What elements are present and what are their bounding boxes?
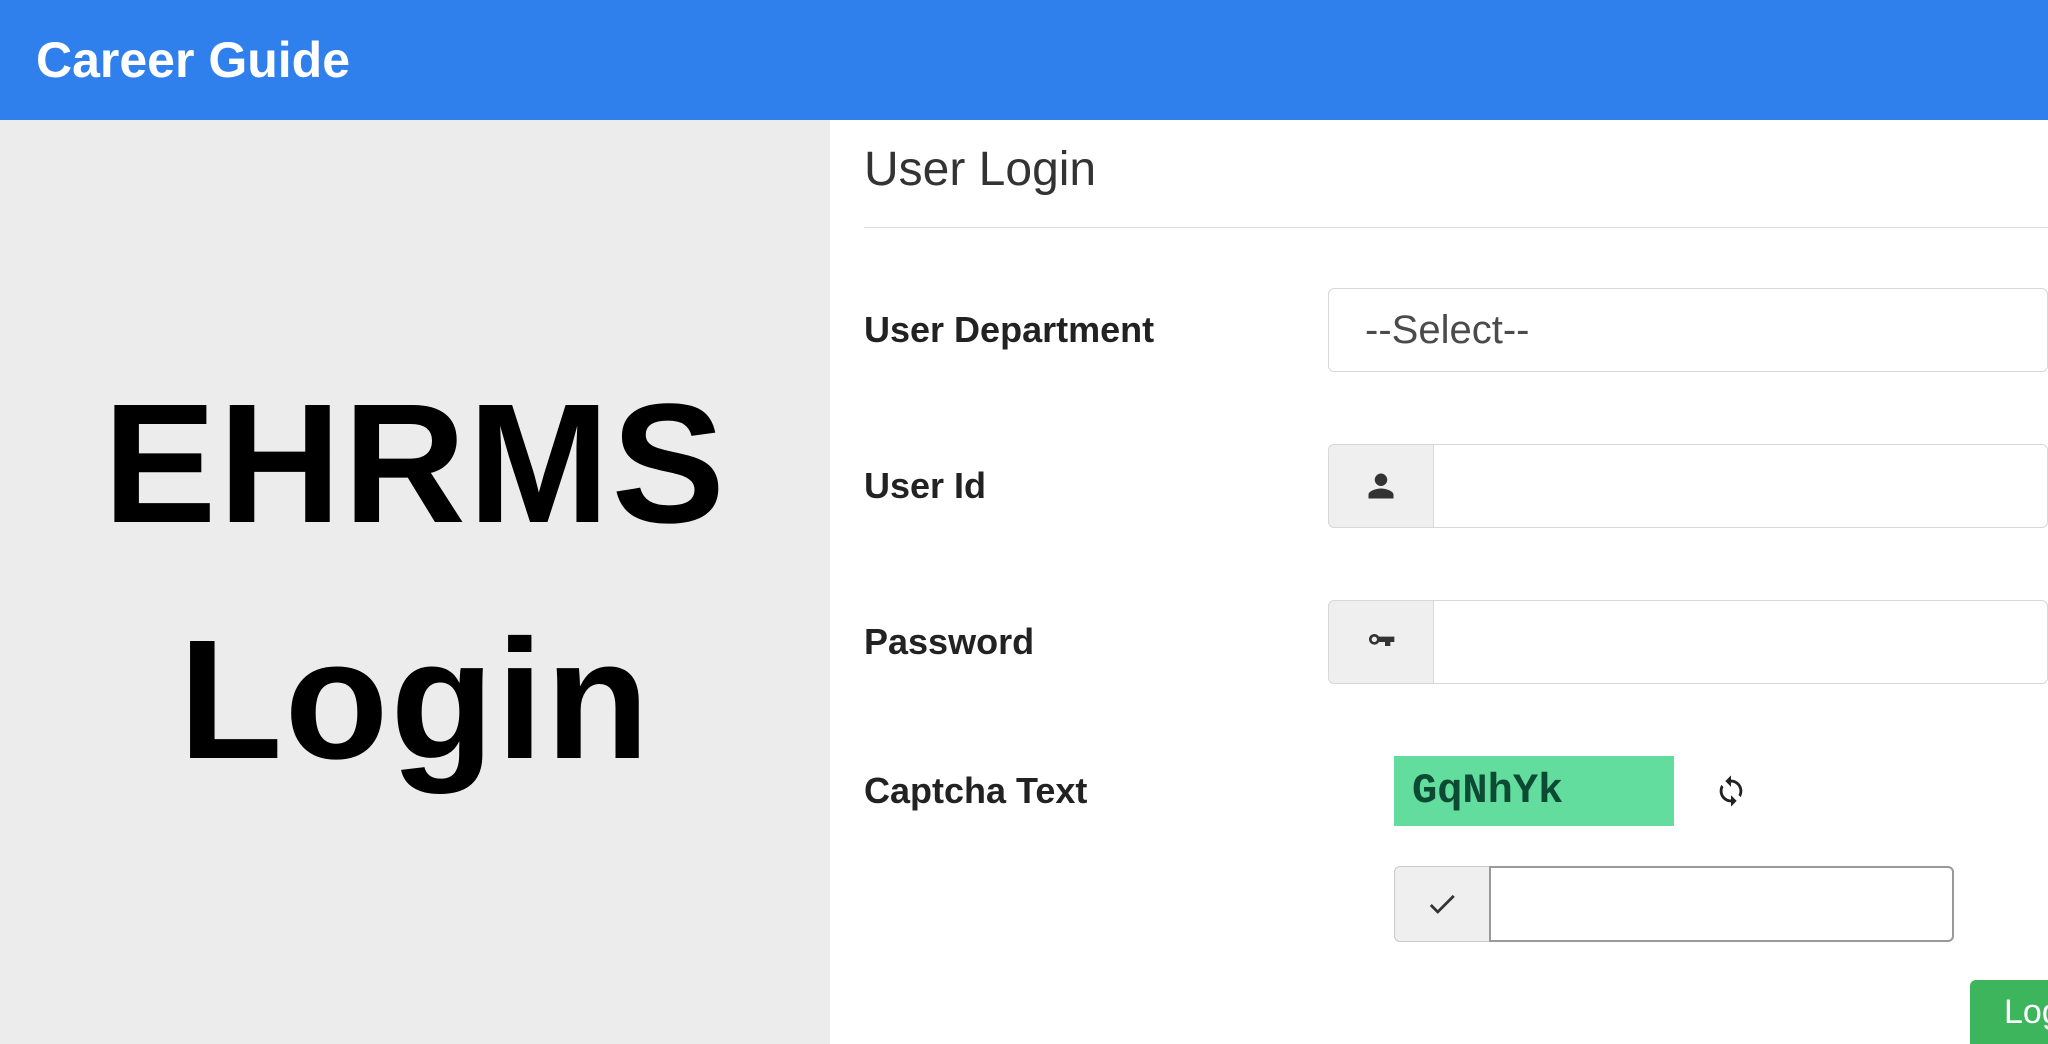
input-userid[interactable]	[1433, 444, 2048, 528]
row-captcha: Captcha Text GqNhYk	[864, 756, 2048, 826]
select-department-value: --Select--	[1365, 308, 1529, 353]
divider	[864, 227, 2048, 228]
user-icon	[1328, 444, 1433, 528]
captcha-input-group	[1394, 866, 1954, 942]
row-department: User Department --Select--	[864, 288, 2048, 372]
label-captcha: Captcha Text	[864, 770, 1394, 812]
top-header: Career Guide	[0, 0, 2048, 120]
select-department[interactable]: --Select--	[1328, 288, 2048, 372]
content-area: EHRMS Login User Login User Department -…	[0, 120, 2048, 1044]
check-icon	[1394, 866, 1489, 942]
row-userid: User Id	[864, 444, 2048, 528]
button-row: Login Forgot Passw	[1970, 980, 2048, 1044]
captcha-image: GqNhYk	[1394, 756, 1674, 826]
header-title: Career Guide	[36, 31, 350, 89]
left-panel: EHRMS Login	[0, 120, 830, 1044]
login-form-panel: User Login User Department --Select-- Us…	[830, 120, 2048, 1044]
label-password: Password	[864, 621, 1328, 663]
refresh-captcha-icon[interactable]	[1714, 774, 1748, 808]
label-department: User Department	[864, 309, 1328, 351]
key-icon	[1328, 600, 1433, 684]
form-title: User Login	[864, 142, 2048, 197]
row-password: Password	[864, 600, 2048, 684]
input-captcha[interactable]	[1489, 866, 1954, 942]
login-button[interactable]: Login	[1970, 980, 2048, 1044]
left-title-line1: EHRMS	[103, 366, 727, 562]
left-title-line2: Login	[179, 602, 652, 798]
label-userid: User Id	[864, 465, 1328, 507]
input-password[interactable]	[1433, 600, 2048, 684]
